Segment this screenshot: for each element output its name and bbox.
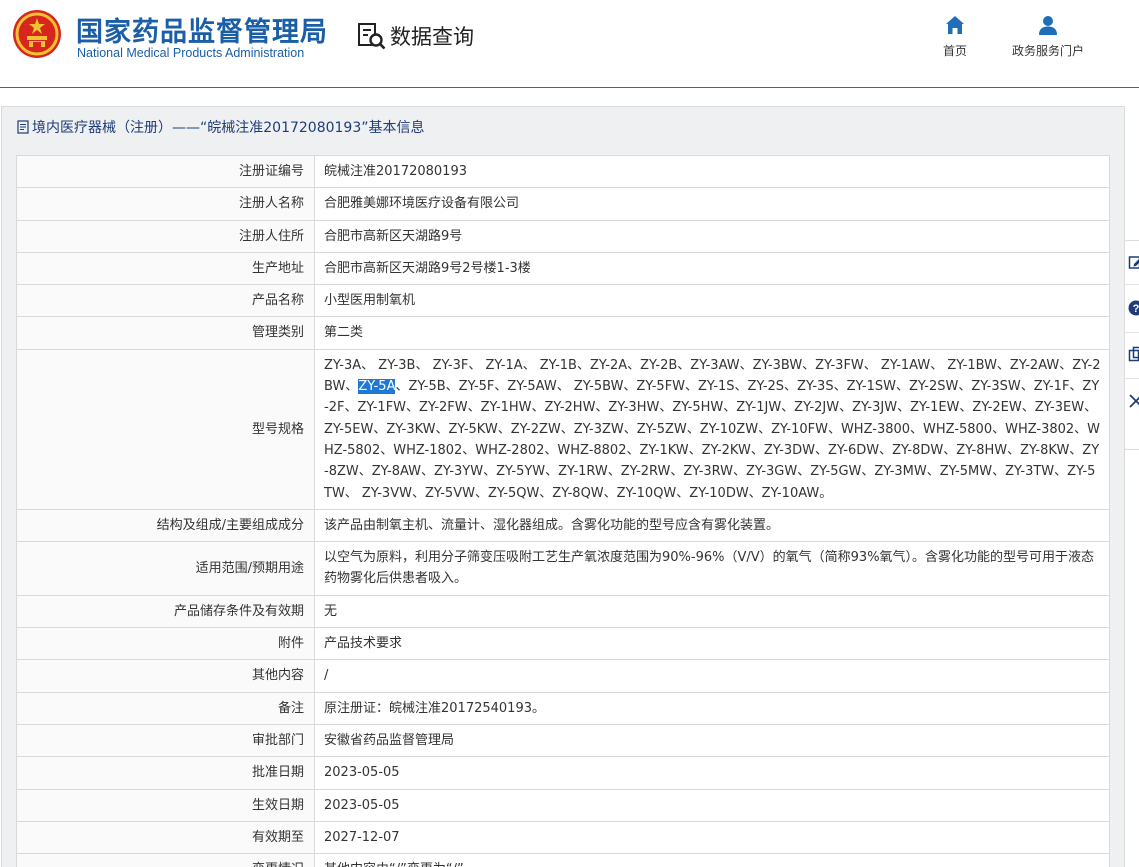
- site-name-en: National Medical Products Administration: [77, 46, 305, 60]
- field-label: 型号规格: [16, 348, 315, 510]
- field-label: 审批部门: [16, 723, 315, 758]
- table-row: 结构及组成/主要组成成分 该产品由制氧主机、流量计、湿化器组成。含雾化功能的型号…: [16, 508, 1110, 543]
- table-row: 附件 产品技术要求: [16, 627, 1110, 661]
- field-label: 生效日期: [16, 788, 315, 822]
- table-row: 变更情况 其他内容由“/”变更为“/”: [16, 853, 1110, 867]
- field-value: 安徽省药品监督管理局: [314, 723, 1110, 758]
- document-icon: [17, 120, 29, 134]
- field-label: 生产地址: [16, 251, 315, 286]
- field-label: 产品储存条件及有效期: [16, 594, 315, 629]
- field-value: 产品技术要求: [314, 627, 1110, 661]
- field-label: 附件: [16, 627, 315, 661]
- site-header: 国家药品监督管理局 National Medical Products Admi…: [0, 0, 1139, 88]
- table-row: 批准日期 2023-05-05: [16, 756, 1110, 790]
- edit-icon[interactable]: [1128, 254, 1139, 270]
- field-value: 合肥市高新区天湖路9号: [314, 219, 1110, 253]
- nav-service-portal-label: 政务服务门户: [1011, 44, 1084, 58]
- selected-text: ZY-5A: [358, 379, 396, 395]
- field-value: /: [314, 659, 1110, 693]
- table-row: 注册人名称 合肥雅美娜环境医疗设备有限公司: [16, 187, 1110, 221]
- user-icon: [1039, 16, 1057, 35]
- model-spec-value[interactable]: ZY-3A、 ZY-3B、 ZY-3F、 ZY-1A、 ZY-1B、ZY-2A、…: [314, 348, 1110, 510]
- help-icon[interactable]: ?: [1128, 300, 1139, 316]
- svg-text:?: ?: [1133, 303, 1139, 315]
- home-icon: [946, 16, 964, 34]
- field-label: 产品名称: [16, 284, 315, 318]
- field-value: 2023-05-05: [314, 756, 1110, 790]
- field-label: 结构及组成/主要组成成分: [16, 508, 315, 543]
- field-value: 无: [314, 594, 1110, 629]
- table-row: 产品名称 小型医用制氧机: [16, 284, 1110, 318]
- table-row: 注册人住所 合肥市高新区天湖路9号: [16, 219, 1110, 253]
- field-value: 合肥雅美娜环境医疗设备有限公司: [314, 187, 1110, 221]
- site-name-cn: 国家药品监督管理局: [76, 17, 328, 48]
- table-row: 型号规格 ZY-3A、 ZY-3B、 ZY-3F、 ZY-1A、 ZY-1B、Z…: [16, 348, 1110, 510]
- floating-toolbar: ?: [1124, 240, 1139, 450]
- field-value: 以空气为原料，利用分子筛变压吸附工艺生产氧浓度范围为90%-96%（V/V）的氧…: [314, 541, 1110, 596]
- table-row: 管理类别 第二类: [16, 316, 1110, 350]
- field-value: 合肥市高新区天湖路9号2号楼1-3楼: [314, 251, 1110, 286]
- field-label: 变更情况: [16, 853, 315, 867]
- field-value: 该产品由制氧主机、流量计、湿化器组成。含雾化功能的型号应含有雾化装置。: [314, 508, 1110, 543]
- nav-service-portal[interactable]: 政务服务门户: [1000, 14, 1096, 59]
- field-value: 原注册证：皖械注准20172540193。: [314, 691, 1110, 725]
- table-row: 注册证编号 皖械注准20172080193: [16, 154, 1110, 189]
- detail-section: 境内医疗器械（注册）——“皖械注准20172080193”基本信息 注册证编号 …: [1, 106, 1125, 867]
- registration-detail-table: 注册证编号 皖械注准20172080193 注册人名称 合肥雅美娜环境医疗设备有…: [16, 154, 1110, 867]
- field-label: 注册人名称: [16, 187, 315, 221]
- search-document-icon: [358, 23, 386, 50]
- table-row: 产品储存条件及有效期 无: [16, 594, 1110, 629]
- field-label: 适用范围/预期用途: [16, 541, 315, 596]
- field-label: 批准日期: [16, 756, 315, 790]
- table-row: 生产地址 合肥市高新区天湖路9号2号楼1-3楼: [16, 251, 1110, 286]
- table-row: 备注 原注册证：皖械注准20172540193。: [16, 691, 1110, 725]
- field-label: 管理类别: [16, 316, 315, 350]
- field-label: 注册人住所: [16, 219, 315, 253]
- field-value: 第二类: [314, 316, 1110, 350]
- field-value: 2027-12-07: [314, 820, 1110, 855]
- field-label: 注册证编号: [16, 154, 315, 189]
- field-label: 其他内容: [16, 659, 315, 693]
- field-value: 小型医用制氧机: [314, 284, 1110, 318]
- data-query-label: 数据查询: [390, 25, 474, 49]
- field-value: 皖械注准20172080193: [314, 154, 1110, 189]
- field-label: 有效期至: [16, 820, 315, 855]
- close-icon[interactable]: [1128, 393, 1139, 409]
- nav-home-label: 首页: [942, 44, 967, 58]
- copy-icon[interactable]: [1128, 346, 1139, 362]
- table-row: 适用范围/预期用途 以空气为原料，利用分子筛变压吸附工艺生产氧浓度范围为90%-…: [16, 541, 1110, 596]
- table-row: 审批部门 安徽省药品监督管理局: [16, 723, 1110, 758]
- field-value: 2023-05-05: [314, 788, 1110, 822]
- national-emblem-icon: [13, 10, 61, 58]
- model-spec-text-rest: 、ZY-5B、ZY-5F、ZY-5AW、 ZY-5BW、ZY-5FW、ZY-1S…: [324, 379, 1101, 501]
- field-label: 备注: [16, 691, 315, 725]
- section-title-text: 境内医疗器械（注册）——“皖械注准20172080193”基本信息: [32, 120, 425, 136]
- field-value: 其他内容由“/”变更为“/”: [314, 853, 1110, 867]
- data-query-title: 数据查询: [356, 20, 474, 52]
- table-row: 有效期至 2027-12-07: [16, 820, 1110, 855]
- section-title: 境内医疗器械（注册）——“皖械注准20172080193”基本信息: [17, 117, 424, 137]
- table-row: 生效日期 2023-05-05: [16, 788, 1110, 822]
- table-row: 其他内容 /: [16, 659, 1110, 693]
- nav-home[interactable]: 首页: [930, 14, 980, 59]
